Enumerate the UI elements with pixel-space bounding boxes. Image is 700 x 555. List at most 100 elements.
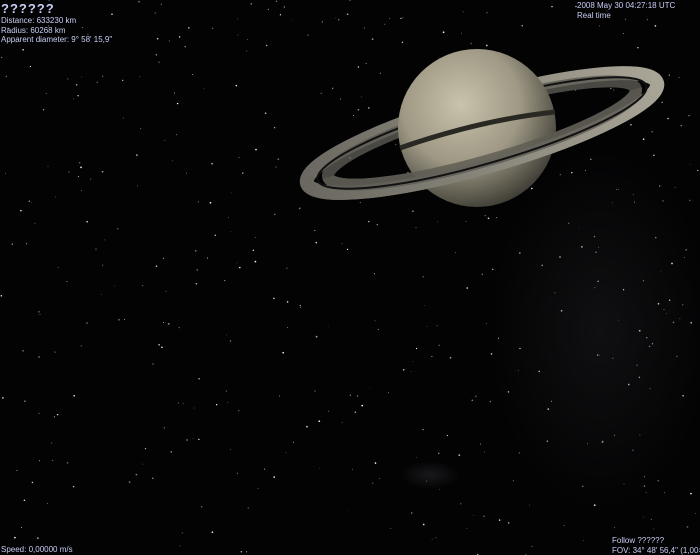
star [678,77,680,78]
star [529,504,530,506]
star [198,438,200,441]
star [51,442,53,444]
star [461,32,462,34]
star [80,166,82,169]
star [285,452,287,454]
star [416,457,417,459]
celestia-viewport[interactable]: ?????? Distance: 633230 km Radius: 60268… [0,0,700,555]
star [369,387,371,389]
star [623,33,624,35]
star [437,221,438,223]
star [96,81,98,83]
star [138,1,140,3]
star [274,213,276,216]
star [485,44,488,47]
star [42,109,45,111]
star [455,252,457,254]
star [314,229,316,232]
star [320,92,322,95]
star [278,395,281,397]
star [230,192,232,194]
star [34,222,36,224]
star [374,462,377,464]
star [563,525,565,527]
fov-readout: FOV: 34° 48' 56,4" (1,00×) [612,545,700,555]
star [239,266,241,269]
star [0,294,3,297]
star [86,220,88,223]
star [583,540,584,541]
star [328,410,330,412]
star [22,349,24,352]
milky-way-glow [490,150,700,510]
star [653,528,655,530]
star [229,340,232,342]
time-rate: Real time [577,10,611,20]
star [160,3,162,5]
star [680,124,682,127]
star [178,36,181,38]
star [38,356,40,358]
star [238,156,240,158]
star [158,343,160,346]
star [203,88,205,89]
star [26,243,28,245]
star [163,427,165,429]
star [72,485,75,488]
star [28,200,30,202]
star [664,491,666,493]
star [236,18,238,20]
datetime: 2008 May 30 04:27:18 UTC [577,1,676,10]
star [351,468,353,470]
star [167,323,170,325]
star [379,72,381,74]
star [77,175,79,177]
star [373,273,376,275]
star [431,538,433,540]
star [139,76,141,78]
star [11,243,13,245]
star [172,160,174,162]
star [246,38,248,40]
star [193,407,195,409]
star [254,260,257,263]
star [228,217,230,219]
star [188,27,190,29]
star [368,220,370,223]
star [471,399,474,402]
star [209,201,212,204]
star [38,460,40,462]
star [267,8,269,10]
star [54,196,56,198]
star [181,532,183,534]
star [237,34,239,36]
star [56,413,59,416]
star [101,293,102,295]
star [371,38,374,40]
space-scene[interactable] [0,0,700,555]
star [137,185,138,187]
star [266,44,268,47]
star [411,512,413,514]
star [144,448,147,450]
star [173,92,176,94]
star [95,248,97,250]
star [356,395,359,397]
star [389,18,390,19]
star [37,537,39,539]
star [357,66,360,68]
star [264,112,267,115]
star [466,528,468,529]
star [401,41,404,44]
star [349,394,351,396]
star [689,164,691,165]
star [332,87,334,89]
star [667,117,669,120]
star [613,527,616,529]
object-radius: Radius: 60268 km [1,25,66,35]
star [402,17,404,19]
star [661,101,663,103]
star [521,25,523,27]
star [286,267,288,269]
star [90,178,92,180]
